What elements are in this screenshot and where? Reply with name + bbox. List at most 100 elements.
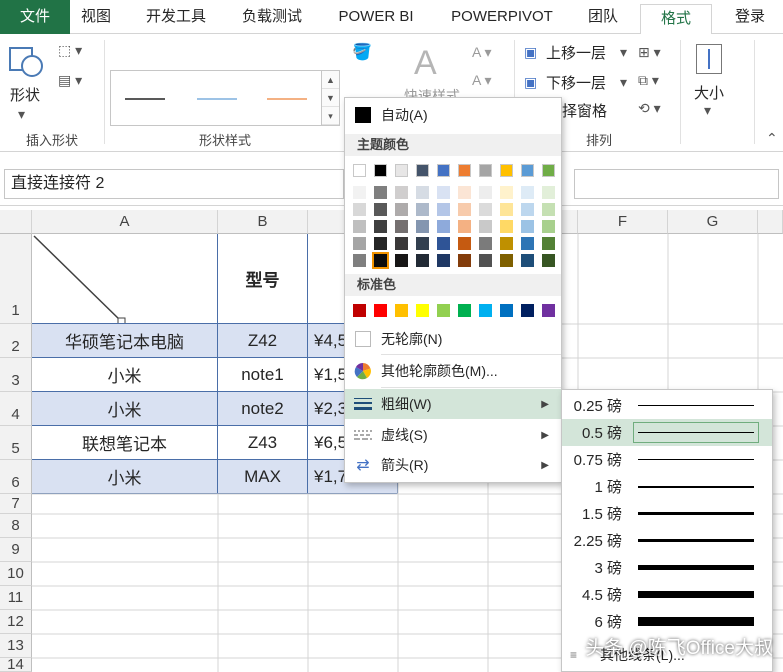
- theme-color-swatch[interactable]: [542, 237, 555, 250]
- quick-styles-icon[interactable]: A: [414, 44, 437, 83]
- weight-option[interactable]: 1.5 磅: [562, 500, 772, 527]
- theme-color-swatch[interactable]: [374, 220, 387, 233]
- theme-color-swatch[interactable]: [479, 254, 492, 267]
- standard-color-swatch[interactable]: [500, 304, 513, 317]
- theme-color-swatch[interactable]: [374, 203, 387, 216]
- style-swatch-line[interactable]: [125, 98, 165, 100]
- bring-forward-button[interactable]: 上移一层: [546, 42, 606, 63]
- chevron-down-icon[interactable]: ▾: [704, 102, 711, 119]
- weight-option[interactable]: 0.75 磅: [562, 446, 772, 473]
- theme-color-swatch[interactable]: [521, 186, 534, 199]
- row-header[interactable]: 3: [0, 358, 32, 392]
- arrows-item[interactable]: ⇄ 箭头(R) ▶: [345, 450, 561, 480]
- align-icon[interactable]: ⊞ ▾: [638, 44, 661, 61]
- row-header[interactable]: 11: [0, 586, 32, 610]
- cell-a6[interactable]: 小米: [32, 460, 218, 494]
- theme-color-swatch[interactable]: [416, 164, 429, 177]
- row-header[interactable]: 5: [0, 426, 32, 460]
- theme-color-swatch[interactable]: [500, 220, 513, 233]
- theme-color-swatch[interactable]: [395, 164, 408, 177]
- chevron-down-icon[interactable]: ▾: [620, 44, 627, 61]
- standard-color-swatch[interactable]: [395, 304, 408, 317]
- theme-color-swatch[interactable]: [479, 203, 492, 216]
- gallery-scroll[interactable]: ▲ ▼ ▾: [322, 70, 340, 126]
- tab-power-bi[interactable]: POWER BI: [328, 0, 424, 34]
- column-header[interactable]: F: [578, 210, 668, 234]
- theme-color-swatch[interactable]: [437, 186, 450, 199]
- theme-color-swatch[interactable]: [374, 164, 387, 177]
- theme-color-swatch[interactable]: [395, 186, 408, 199]
- cell-a2[interactable]: 华硕笔记本电脑: [32, 324, 218, 358]
- theme-color-swatch[interactable]: [479, 186, 492, 199]
- theme-color-swatch[interactable]: [353, 254, 366, 267]
- theme-color-swatch[interactable]: [542, 186, 555, 199]
- size-button[interactable]: 大小: [694, 82, 724, 103]
- theme-color-swatch[interactable]: [458, 203, 471, 216]
- theme-color-swatch[interactable]: [458, 186, 471, 199]
- standard-color-swatch[interactable]: [374, 304, 387, 317]
- theme-color-swatch[interactable]: [542, 164, 555, 177]
- theme-color-swatch[interactable]: [458, 254, 471, 267]
- theme-color-swatch[interactable]: [437, 254, 450, 267]
- standard-color-swatch[interactable]: [416, 304, 429, 317]
- theme-color-swatch[interactable]: [458, 220, 471, 233]
- diagonal-line-shape[interactable]: [32, 234, 218, 324]
- row-header[interactable]: 2: [0, 324, 32, 358]
- scroll-up-icon[interactable]: ▲: [322, 71, 339, 89]
- weight-option[interactable]: 0.5 磅: [562, 419, 772, 446]
- size-icon[interactable]: [696, 44, 722, 74]
- chevron-down-icon[interactable]: ▾: [18, 106, 25, 123]
- row-header[interactable]: 1: [0, 234, 32, 324]
- tab-team[interactable]: 团队: [578, 0, 628, 34]
- row-header[interactable]: 10: [0, 562, 32, 586]
- theme-color-swatch[interactable]: [395, 203, 408, 216]
- edit-shape-icon[interactable]: ⬚ ▾: [58, 42, 82, 59]
- tab-view[interactable]: 视图: [76, 0, 116, 34]
- standard-color-swatch[interactable]: [353, 304, 366, 317]
- theme-color-swatch[interactable]: [479, 164, 492, 177]
- theme-color-swatch[interactable]: [521, 220, 534, 233]
- theme-color-swatch[interactable]: [374, 186, 387, 199]
- no-outline-item[interactable]: 无轮廓(N): [345, 324, 561, 354]
- theme-color-swatch[interactable]: [521, 254, 534, 267]
- weight-option[interactable]: 0.25 磅: [562, 392, 772, 419]
- theme-color-swatch[interactable]: [458, 164, 471, 177]
- standard-color-swatch[interactable]: [437, 304, 450, 317]
- rotate-icon[interactable]: ⟲ ▾: [638, 100, 661, 117]
- column-header[interactable]: [758, 210, 783, 234]
- shapes-icon[interactable]: [8, 44, 44, 80]
- theme-color-swatch[interactable]: [395, 220, 408, 233]
- group-icon[interactable]: ⧉ ▾: [638, 72, 659, 89]
- theme-color-swatch[interactable]: [500, 237, 513, 250]
- weight-option[interactable]: 4.5 磅: [562, 581, 772, 608]
- more-icon[interactable]: ▾: [322, 107, 339, 125]
- theme-color-swatch[interactable]: [416, 203, 429, 216]
- theme-color-swatch[interactable]: [521, 203, 534, 216]
- chevron-down-icon[interactable]: ▾: [620, 74, 627, 91]
- weight-option[interactable]: 1 磅: [562, 473, 772, 500]
- theme-color-swatch[interactable]: [416, 220, 429, 233]
- cell-b2[interactable]: Z42: [218, 324, 308, 358]
- weight-option[interactable]: 2.25 磅: [562, 527, 772, 554]
- theme-color-swatch[interactable]: [353, 186, 366, 199]
- select-all-corner[interactable]: [0, 210, 32, 234]
- standard-color-swatch[interactable]: [521, 304, 534, 317]
- theme-color-swatch[interactable]: [353, 220, 366, 233]
- theme-color-swatch[interactable]: [500, 254, 513, 267]
- weight-option[interactable]: 6 磅: [562, 608, 772, 635]
- scroll-down-icon[interactable]: ▼: [322, 89, 339, 107]
- cell-a3[interactable]: 小米: [32, 358, 218, 392]
- dashes-item[interactable]: 虚线(S) ▶: [345, 420, 561, 450]
- cell-b5[interactable]: Z43: [218, 426, 308, 460]
- collapse-ribbon-icon[interactable]: ⌃: [766, 130, 778, 147]
- cell-b1[interactable]: 型号: [218, 234, 308, 324]
- insert-shape-button[interactable]: 形状: [10, 84, 40, 105]
- theme-color-swatch[interactable]: [353, 203, 366, 216]
- shape-styles-gallery[interactable]: [110, 70, 322, 126]
- tab-format[interactable]: 格式: [640, 4, 712, 35]
- theme-color-swatch[interactable]: [542, 203, 555, 216]
- theme-color-swatch[interactable]: [458, 237, 471, 250]
- row-header[interactable]: 7: [0, 494, 32, 514]
- tab-developer[interactable]: 开发工具: [136, 0, 216, 34]
- cell-b6[interactable]: MAX: [218, 460, 308, 494]
